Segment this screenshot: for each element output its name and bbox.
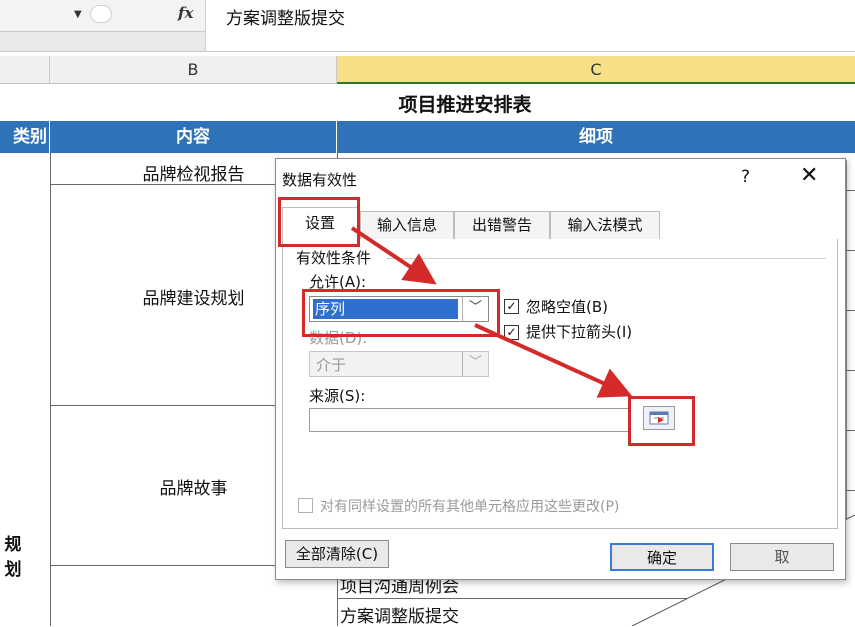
arrow-to-allow — [350, 226, 437, 285]
annotation-arrows — [350, 226, 633, 398]
arrow-to-range-button — [474, 323, 633, 398]
